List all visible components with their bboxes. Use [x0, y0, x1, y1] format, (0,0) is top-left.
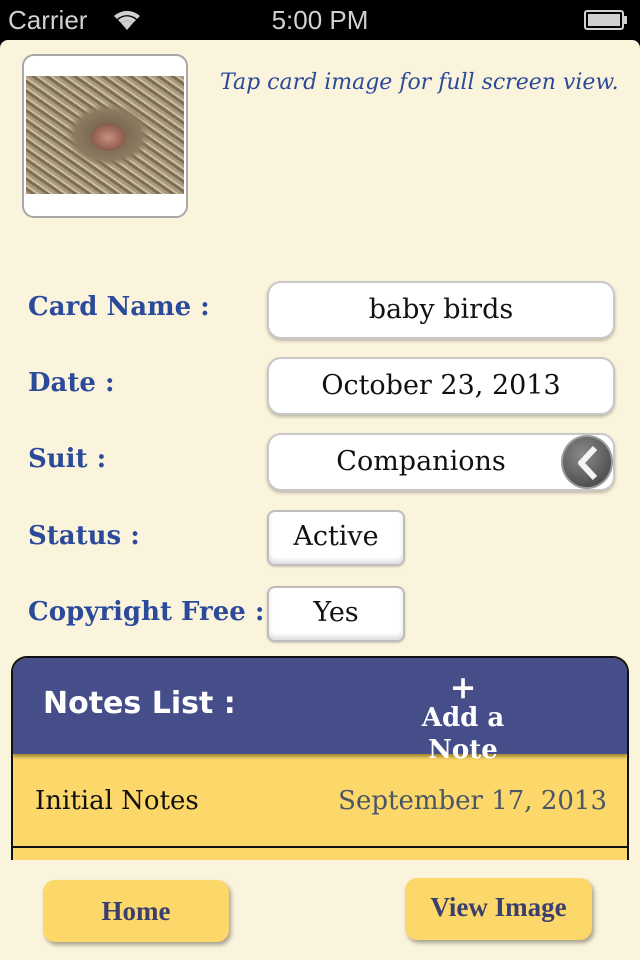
- copyright-free-label: Copyright Free :: [28, 597, 265, 627]
- full-screen-hint: Tap card image for full screen view.: [220, 70, 619, 95]
- date-label: Date :: [28, 368, 115, 398]
- add-note-button[interactable]: + Add a Note: [383, 668, 543, 766]
- notes-list-title: Notes List :: [43, 686, 236, 721]
- card-detail-screen: Tap card image for full screen view. Car…: [0, 40, 640, 960]
- note-date: September 17, 2013: [338, 786, 607, 816]
- bottom-bar: Home View Image: [0, 860, 640, 960]
- status-toggle[interactable]: Active: [267, 510, 405, 566]
- status-label: Status :: [28, 521, 140, 551]
- date-field[interactable]: October 23, 2013: [267, 357, 615, 415]
- copyright-free-toggle[interactable]: Yes: [267, 586, 405, 642]
- suit-label: Suit :: [28, 444, 107, 474]
- notes-header: Notes List : + Add a Note: [13, 658, 627, 765]
- home-button[interactable]: Home: [43, 880, 229, 942]
- note-name: Initial Notes: [35, 786, 199, 816]
- note-list-item[interactable]: Initial Notes September 17, 2013: [13, 756, 627, 848]
- card-name-field[interactable]: baby birds: [267, 281, 615, 339]
- plus-icon: +: [449, 668, 477, 706]
- battery-icon: [584, 10, 627, 30]
- suit-field[interactable]: Companions: [267, 433, 615, 491]
- card-image-thumbnail[interactable]: [22, 54, 188, 218]
- clock: 5:00 PM: [271, 5, 369, 35]
- view-image-button[interactable]: View Image: [405, 878, 592, 940]
- card-image[interactable]: [26, 76, 184, 194]
- card-name-label: Card Name :: [28, 292, 210, 322]
- chevron-left-icon[interactable]: [561, 435, 613, 489]
- status-bar: Carrier 5:00 PM: [0, 0, 640, 40]
- suit-value: Companions: [336, 446, 506, 477]
